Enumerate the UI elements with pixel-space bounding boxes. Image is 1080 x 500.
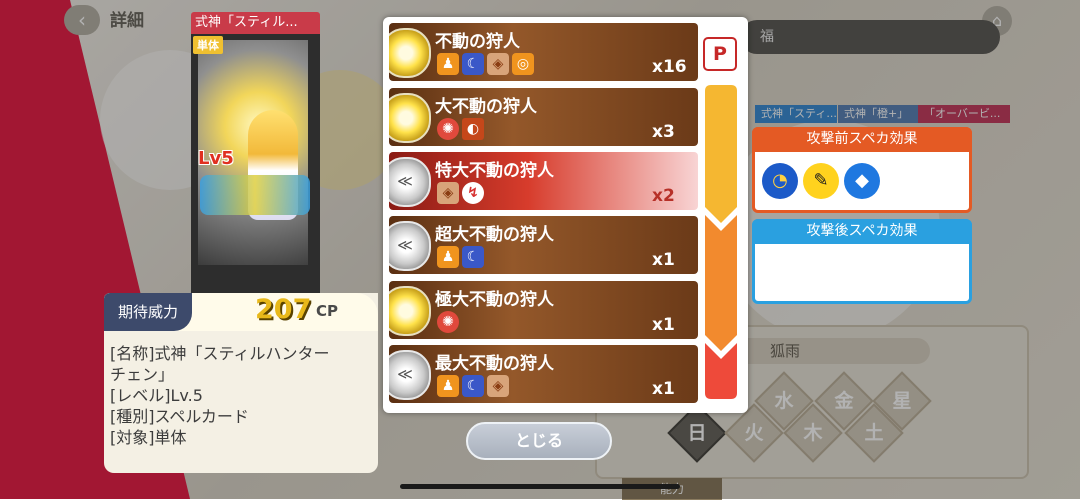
hunter-icons: ♟ ☾ ◈ — [437, 375, 509, 399]
hunter-row-2[interactable]: 大不動の狩人 ✺ ◐ x3 — [389, 88, 698, 146]
hunter-row-6[interactable]: ≪ 最大不動の狩人 ♟ ☾ ◈ x1 — [389, 345, 698, 403]
shield-gem-icon: ◈ — [487, 53, 509, 75]
card-target-badge: 単体 — [193, 36, 223, 54]
hunter-count: x1 — [652, 250, 675, 270]
shield-gem-icon: ◈ — [487, 375, 509, 397]
hunter-row-3[interactable]: ≪ 特大不動の狩人 ◈ ↯ x2 — [389, 152, 698, 210]
grey-badge-icon: ≪ — [389, 221, 431, 271]
hunter-icons: ✺ ◐ — [437, 118, 484, 142]
chevron-mark-icon: ≪ — [397, 365, 413, 383]
hunter-name: 極大不動の狩人 — [435, 290, 554, 310]
blue-ear-icon[interactable]: ◔ — [762, 163, 798, 199]
sun-badge-icon — [389, 286, 431, 336]
hunter-count: x2 — [652, 186, 675, 206]
gauge-segment-yellow — [705, 85, 737, 223]
hunter-icons: ♟ ☾ ◈ ◎ — [437, 53, 534, 77]
blue-moon-icon: ☾ — [462, 246, 484, 268]
hunter-icons: ♟ ☾ — [437, 246, 484, 270]
chevron-mark-icon: ≪ — [397, 236, 413, 254]
target-icon: ◎ — [512, 53, 534, 75]
close-button[interactable]: とじる — [466, 422, 612, 460]
grey-badge-icon: ≪ — [389, 350, 431, 400]
hunter-row-1[interactable]: 不動の狩人 ♟ ☾ ◈ ◎ x16 — [389, 23, 698, 81]
card-title: 式神「スティル... — [191, 12, 320, 34]
power-gauge — [705, 85, 737, 399]
dark-swirl-icon: ◐ — [462, 118, 484, 140]
hunter-count: x1 — [652, 379, 675, 399]
red-burst-icon: ✺ — [437, 311, 459, 333]
card-spell-logo — [200, 175, 310, 215]
yellow-feather-icon[interactable]: ✎ — [803, 163, 839, 199]
grey-badge-icon: ≪ — [389, 157, 431, 207]
shield-gem-icon: ◈ — [437, 182, 459, 204]
orange-figure-icon: ♟ — [437, 375, 459, 397]
hunter-icons: ◈ ↯ — [437, 182, 484, 206]
hunter-name: 特大不動の狩人 — [435, 161, 554, 181]
hunter-row-4[interactable]: ≪ 超大不動の狩人 ♟ ☾ x1 — [389, 216, 698, 274]
expected-power-label: 期待威力 — [104, 293, 192, 331]
blue-moon-icon: ☾ — [462, 375, 484, 397]
cp-value: 207 — [255, 294, 312, 325]
hunter-row-5[interactable]: 極大不動の狩人 ✺ x1 — [389, 281, 698, 339]
orange-figure-icon: ♟ — [437, 53, 459, 75]
cp-unit: CP — [316, 302, 339, 320]
gauge-segment-red — [705, 343, 737, 399]
blue-moon-icon: ☾ — [462, 53, 484, 75]
card-level: Lv5 — [198, 148, 234, 169]
hunter-count: x3 — [652, 122, 675, 142]
red-burst-icon: ✺ — [437, 118, 459, 140]
hunter-count: x16 — [652, 57, 687, 77]
blue-gem-icon[interactable]: ◆ — [844, 163, 880, 199]
hunter-name: 大不動の狩人 — [435, 97, 537, 117]
post-attack-effect-title: 攻撃後スペカ効果 — [752, 219, 972, 244]
hunter-count: x1 — [652, 315, 675, 335]
chevron-mark-icon: ≪ — [397, 172, 413, 190]
pre-attack-effect-title: 攻撃前スペカ効果 — [752, 127, 972, 152]
home-indicator[interactable] — [400, 484, 680, 489]
hunter-icons: ✺ — [437, 311, 459, 335]
sun-badge-icon — [389, 93, 431, 143]
info-target-line: [対象]単体 — [110, 428, 187, 447]
hunter-name: 最大不動の狩人 — [435, 354, 554, 374]
p-power-button[interactable]: P — [703, 37, 737, 71]
white-slash-icon: ↯ — [462, 182, 484, 204]
gauge-segment-orange — [705, 215, 737, 351]
sun-badge-icon — [389, 28, 431, 78]
hunter-name: 超大不動の狩人 — [435, 225, 554, 245]
orange-figure-icon: ♟ — [437, 246, 459, 268]
hunter-name: 不動の狩人 — [435, 32, 520, 52]
